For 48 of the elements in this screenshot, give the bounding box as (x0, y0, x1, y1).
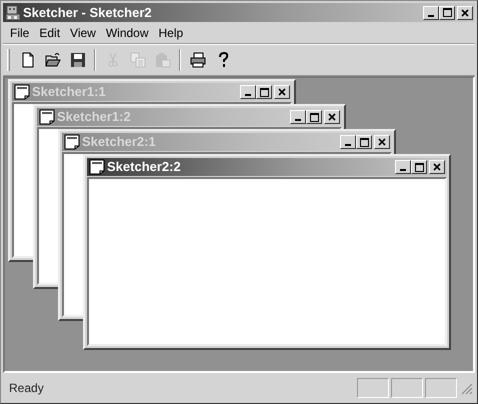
close-icon[interactable] (433, 163, 441, 171)
resize-grip-icon (459, 381, 473, 395)
maximize-button[interactable] (356, 135, 372, 149)
maximize-button[interactable] (306, 110, 322, 124)
close-button[interactable] (457, 6, 473, 20)
close-button[interactable] (274, 85, 290, 99)
close-button[interactable] (324, 110, 340, 124)
app-icon (5, 4, 21, 20)
maximize-icon[interactable] (310, 112, 318, 122)
close-icon[interactable] (378, 138, 386, 146)
menu-item[interactable]: File (5, 24, 34, 42)
maximize-button[interactable] (256, 85, 272, 99)
maximize-icon[interactable] (360, 138, 368, 146)
menu-item[interactable]: Edit (34, 24, 66, 42)
status-pane (425, 378, 457, 398)
printer-icon[interactable] (190, 52, 206, 68)
window-title: Sketcher2:2 (107, 158, 181, 176)
menu-item[interactable]: View (65, 24, 101, 42)
window-title: Sketcher2:1 (82, 133, 156, 152)
document-icon (39, 109, 55, 125)
close-button[interactable] (429, 160, 445, 174)
window-title: Sketcher1:1 (32, 83, 106, 102)
close-icon[interactable] (461, 8, 469, 16)
close-icon[interactable] (328, 113, 336, 121)
maximize-button[interactable] (439, 6, 455, 20)
document-icon (64, 134, 80, 150)
maximize-icon[interactable] (442, 8, 452, 17)
minimize-button[interactable] (395, 160, 411, 174)
minimize-button[interactable] (340, 135, 356, 149)
new-file-icon[interactable] (20, 52, 36, 68)
status-text: Ready (8, 380, 45, 397)
window-title: Sketcher1:2 (57, 108, 131, 126)
document-icon (14, 84, 30, 100)
maximize-icon[interactable] (260, 88, 268, 96)
minimize-button[interactable] (240, 85, 256, 99)
maximize-button[interactable] (411, 160, 427, 174)
window-title: Sketcher - Sketcher2 (23, 4, 152, 22)
status-pane (391, 378, 423, 398)
close-icon[interactable] (278, 88, 286, 96)
menu-item[interactable]: Help (154, 24, 188, 42)
minimize-button[interactable] (290, 110, 306, 124)
minimize-button[interactable] (423, 6, 439, 20)
status-pane (357, 378, 389, 398)
close-button[interactable] (374, 135, 390, 149)
document-icon (89, 159, 105, 175)
menu-item[interactable]: Window (100, 24, 154, 42)
folder-icon[interactable] (44, 52, 60, 68)
maximize-icon[interactable] (414, 162, 424, 172)
